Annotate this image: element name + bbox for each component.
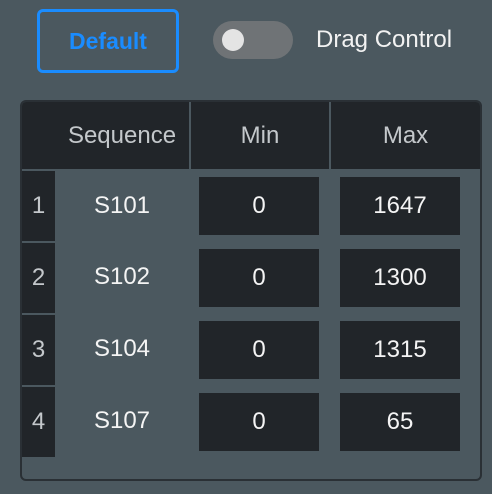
min-input[interactable]: 0 xyxy=(199,177,319,235)
index-column-header xyxy=(22,102,55,169)
default-button[interactable]: Default xyxy=(37,9,179,73)
drag-control-label: Drag Control xyxy=(316,26,453,53)
min-column-header: Min xyxy=(191,102,329,169)
drag-control-toggle[interactable] xyxy=(213,21,293,59)
row-index: 4 xyxy=(22,387,55,457)
toggle-knob xyxy=(222,29,244,51)
max-input[interactable]: 1300 xyxy=(340,249,460,307)
max-input[interactable]: 1647 xyxy=(340,177,460,235)
sequence-cell: S107 xyxy=(93,407,151,434)
sequence-column-header: Sequence xyxy=(55,102,189,169)
min-input[interactable]: 0 xyxy=(199,321,319,379)
sequence-cell: S101 xyxy=(93,192,151,219)
min-input[interactable]: 0 xyxy=(199,393,319,451)
sequence-cell: S102 xyxy=(93,263,151,290)
max-input[interactable]: 1315 xyxy=(340,321,460,379)
max-column-header: Max xyxy=(331,102,480,169)
row-index: 2 xyxy=(22,243,55,313)
row-index: 3 xyxy=(22,315,55,385)
row-index: 1 xyxy=(22,171,55,241)
sequence-table: Sequence Min Max 1 S101 0 1647 2 S102 0 … xyxy=(20,100,482,481)
min-input[interactable]: 0 xyxy=(199,249,319,307)
sequence-cell: S104 xyxy=(93,335,151,362)
max-input[interactable]: 65 xyxy=(340,393,460,451)
